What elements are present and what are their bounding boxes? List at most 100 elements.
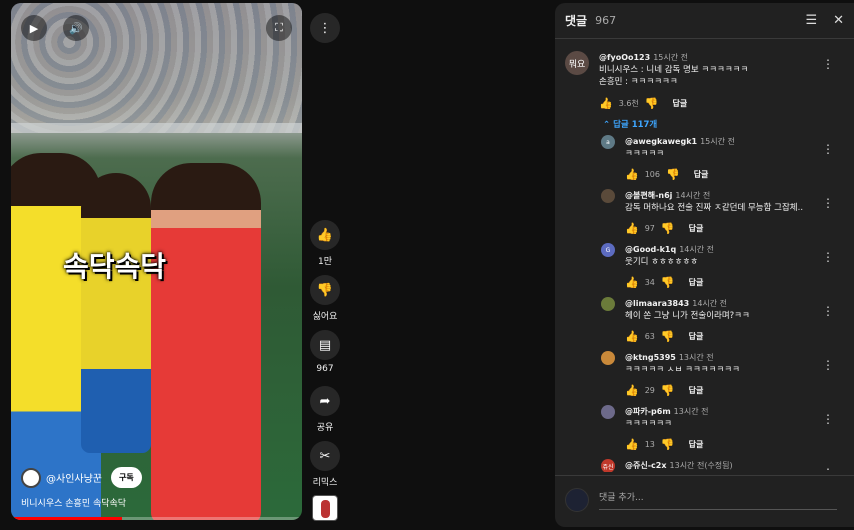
reply-text: 웃기디 ㅎㅎㅎㅎㅎㅎ bbox=[625, 257, 699, 267]
add-comment-bar: 댓글 추가... bbox=[555, 475, 854, 527]
shorts-page: ▶ 🔊 ⛶ 속닥속닥 @사인사냥꾼 구독 비니시우스 손흥민 속닥속닥 ⋮ 👍 … bbox=[0, 0, 854, 530]
replies-toggle[interactable]: ⌃ 답글 117개 bbox=[603, 118, 657, 130]
subscribe-button[interactable]: 구독 bbox=[111, 467, 142, 488]
reply-avatar[interactable] bbox=[601, 189, 615, 203]
fullscreen-icon[interactable]: ⛶ bbox=[266, 15, 292, 41]
comments-panel: 댓글 967 ☰ ✕ 뭐요 @fyoOo123 15시간 전 비니시우스 : 니네… bbox=[555, 3, 854, 527]
reply-button[interactable]: 답글 bbox=[689, 331, 704, 342]
comment-avatar[interactable]: 뭐요 bbox=[565, 51, 589, 75]
reply-menu-icon[interactable]: ⋮ bbox=[822, 304, 834, 318]
reply-menu-icon[interactable]: ⋮ bbox=[822, 466, 834, 472]
thumbs-up-icon[interactable]: 👍 bbox=[625, 276, 639, 289]
user-avatar bbox=[565, 488, 589, 512]
comments-count: 967 bbox=[595, 14, 617, 27]
play-icon[interactable]: ▶ bbox=[21, 15, 47, 41]
channel-info: @사인사냥꾼 구독 bbox=[21, 467, 142, 488]
video-progress-bar[interactable] bbox=[11, 517, 302, 520]
reply-actions: 👍 29 👎 답글 bbox=[625, 384, 703, 397]
video-crowd-background bbox=[11, 3, 302, 133]
thumbs-down-icon[interactable]: 👎 bbox=[661, 276, 675, 289]
comment-icon: ▤ bbox=[310, 330, 340, 360]
reply-button[interactable]: 답글 bbox=[689, 439, 704, 450]
reply-menu-icon[interactable]: ⋮ bbox=[822, 412, 834, 426]
thumbs-down-icon[interactable]: 👎 bbox=[661, 438, 675, 451]
reply-author[interactable]: @쥬신-c2x 13시간 전(수정됨) bbox=[625, 460, 733, 471]
remix-label: 리믹스 bbox=[312, 478, 338, 488]
chevron-up-icon: ⌃ bbox=[603, 120, 611, 130]
reply-author[interactable]: @awegkawegk1 15시간 전 bbox=[625, 136, 735, 147]
sort-icon[interactable]: ☰ bbox=[805, 13, 817, 28]
reply-menu-icon[interactable]: ⋮ bbox=[822, 250, 834, 264]
reply-avatar[interactable]: a bbox=[601, 135, 615, 149]
reply-text: ㅋㅋㅋㅋㅋㅋ bbox=[625, 419, 672, 429]
thumbs-down-icon: 👎 bbox=[310, 275, 340, 305]
reply-author[interactable]: @Good-k1q 14시간 전 bbox=[625, 244, 714, 255]
reply-time: 13시간 전 bbox=[678, 353, 714, 362]
comment-author[interactable]: @fyoOo123 15시간 전 bbox=[599, 52, 688, 63]
reply-author[interactable]: @볼편해-n6j 14시간 전 bbox=[625, 190, 710, 201]
reply-item: @limaara3843 14시간 전헤이 쏜 그냥 니가 전술이라며?ㅋㅋ 👍 63… bbox=[555, 294, 854, 348]
reply-author[interactable]: @파카-p6m 13시간 전 bbox=[625, 406, 708, 417]
thumbs-down-icon[interactable]: 👎 bbox=[645, 97, 659, 110]
reply-menu-icon[interactable]: ⋮ bbox=[822, 358, 834, 372]
reply-button[interactable]: 답글 bbox=[694, 169, 709, 180]
reply-actions: 👍 63 👎 답글 bbox=[625, 330, 703, 343]
thumbs-up-icon[interactable]: 👍 bbox=[625, 222, 639, 235]
channel-avatar[interactable] bbox=[21, 467, 41, 488]
reply-like-count: 106 bbox=[644, 170, 660, 179]
thumbs-down-icon[interactable]: 👎 bbox=[661, 330, 675, 343]
add-comment-input[interactable]: 댓글 추가... bbox=[599, 490, 837, 510]
thumbs-up-icon[interactable]: 👍 bbox=[625, 168, 639, 181]
sound-thumbnail[interactable] bbox=[310, 495, 340, 521]
channel-name[interactable]: @사인사냥꾼 bbox=[46, 470, 102, 485]
reply-author[interactable]: @limaara3843 14시간 전 bbox=[625, 298, 727, 309]
reply-avatar[interactable] bbox=[601, 297, 615, 311]
reply-button[interactable]: 답글 bbox=[689, 223, 704, 234]
comment-time: 15시간 전 bbox=[653, 53, 688, 62]
reply-like-count: 97 bbox=[644, 224, 655, 233]
thumbs-up-icon[interactable]: 👍 bbox=[625, 330, 639, 343]
reply-like-count: 63 bbox=[644, 332, 655, 341]
thumbs-up-icon[interactable]: 👍 bbox=[625, 438, 639, 451]
video-progress-fill bbox=[11, 517, 122, 520]
reply-avatar[interactable]: 쥬신 bbox=[601, 459, 615, 472]
video-title[interactable]: 비니시우스 손흥민 속닥속닥 bbox=[21, 496, 126, 509]
reply-time: 13시간 전 bbox=[673, 407, 709, 416]
comment-thread: 뭐요 @fyoOo123 15시간 전 비니시우스 : 니네 감독 명보 ㅋㅋㅋㅋ… bbox=[555, 40, 854, 130]
reply-text: 헤이 쏜 그냥 니가 전술이라며?ㅋㅋ bbox=[625, 311, 750, 321]
comments-list[interactable]: 뭐요 @fyoOo123 15시간 전 비니시우스 : 니네 감독 명보 ㅋㅋㅋㅋ… bbox=[555, 40, 854, 472]
reply-menu-icon[interactable]: ⋮ bbox=[822, 196, 834, 210]
video-player-figure-right bbox=[151, 163, 261, 520]
close-icon[interactable]: ✕ bbox=[833, 13, 844, 28]
dislike-button[interactable]: 👎 싫어요 bbox=[310, 275, 340, 322]
thumbs-up-icon[interactable]: 👍 bbox=[625, 384, 639, 397]
reply-text: ㅋㅋㅋㅋㅋ ㅅㅂ ㅋㅋㅋㅋㅋㅋㅋ bbox=[625, 365, 740, 375]
reply-item: G @Good-k1q 14시간 전 웃기디 ㅎㅎㅎㅎㅎㅎ 👍 34 👎 답글 ⋮ bbox=[555, 240, 854, 294]
reply-time: 13시간 전(수정됨) bbox=[669, 461, 733, 470]
comment-menu-icon[interactable]: ⋮ bbox=[822, 57, 834, 71]
reply-actions: 👍 13 👎 답글 bbox=[625, 438, 703, 451]
reply-button[interactable]: 답글 bbox=[673, 98, 688, 109]
thumbs-down-icon[interactable]: 👎 bbox=[666, 168, 680, 181]
more-options-button[interactable]: ⋮ bbox=[310, 13, 340, 43]
reply-menu-icon[interactable]: ⋮ bbox=[822, 142, 834, 156]
reply-author[interactable]: @ktng5395 13시간 전 bbox=[625, 352, 714, 363]
comment-actions: 👍 3.6천 👎 답글 bbox=[599, 97, 687, 110]
like-button[interactable]: 👍 1만 bbox=[310, 220, 340, 267]
comments-button[interactable]: ▤ 967 bbox=[310, 330, 340, 374]
share-button[interactable]: ➦ 공유 bbox=[310, 386, 340, 433]
thumbs-down-icon[interactable]: 👎 bbox=[661, 222, 675, 235]
reply-button[interactable]: 답글 bbox=[689, 385, 704, 396]
reply-button[interactable]: 답글 bbox=[689, 277, 704, 288]
remix-button[interactable]: ✂ 리믹스 bbox=[310, 441, 340, 488]
thumbs-down-icon[interactable]: 👎 bbox=[661, 384, 675, 397]
thumbs-up-icon[interactable]: 👍 bbox=[599, 97, 613, 110]
reply-item: a @awegkawegk1 15시간 전 ㅋㅋㅋㅋㅋ 👍 106 👎 답글 ⋮ bbox=[555, 132, 854, 186]
video-player[interactable]: ▶ 🔊 ⛶ 속닥속닥 @사인사냥꾼 구독 비니시우스 손흥민 속닥속닥 bbox=[11, 3, 302, 520]
reply-item: @ktng5395 13시간 전 ㅋㅋㅋㅋㅋ ㅅㅂ ㅋㅋㅋㅋㅋㅋㅋ 👍 29 👎 답글 ⋮ bbox=[555, 348, 854, 402]
reply-avatar[interactable]: G bbox=[601, 243, 615, 257]
reply-avatar[interactable] bbox=[601, 405, 615, 419]
video-stadium-rail bbox=[11, 123, 302, 133]
reply-avatar[interactable] bbox=[601, 351, 615, 365]
volume-icon[interactable]: 🔊 bbox=[63, 15, 89, 41]
